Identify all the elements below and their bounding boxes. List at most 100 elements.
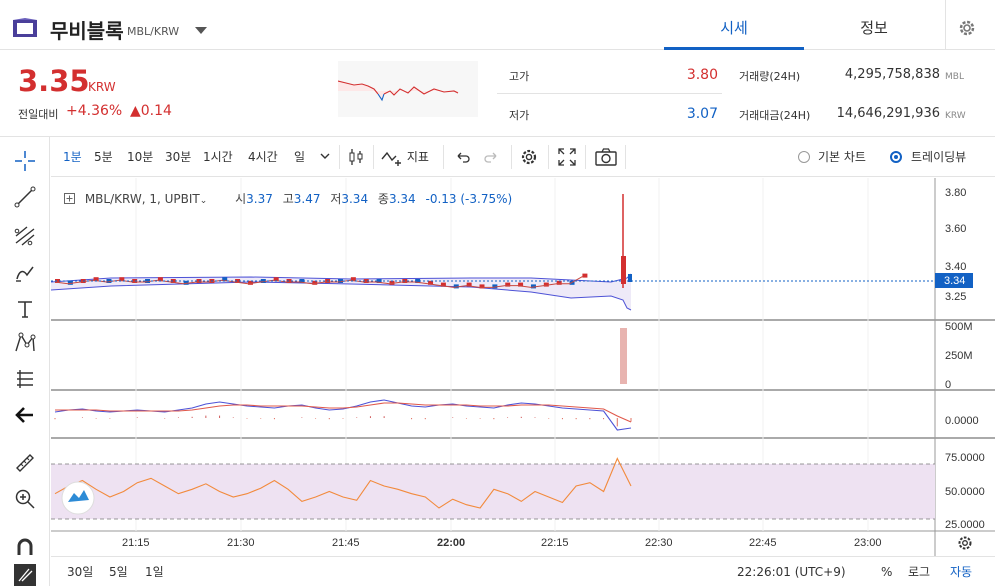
magnet-icon <box>17 538 33 555</box>
toolbar-divider <box>625 145 626 169</box>
volume-value: 4,295,758,838 <box>844 67 940 82</box>
text-tool[interactable] <box>0 291 50 327</box>
legend-low-label: 저 <box>330 192 342 206</box>
tradingview-radio[interactable] <box>890 151 902 163</box>
toolbar-divider <box>548 145 549 169</box>
amount-label: 거래대금(24H) <box>739 109 811 122</box>
basic-chart-radio[interactable] <box>798 151 810 163</box>
chart-settings-gear-icon[interactable] <box>956 534 974 552</box>
basic-chart-label[interactable]: 기본 차트 <box>818 137 866 177</box>
x-tick-label: 21:30 <box>227 537 255 549</box>
chart-area[interactable]: 21:15 21:30 21:45 22:00 22:15 22:30 22:45 23:00… <box>50 178 995 556</box>
legend-high-label: 고 <box>282 192 294 206</box>
undo-button[interactable] <box>455 137 471 177</box>
fullscreen-button[interactable] <box>558 137 576 177</box>
drawing-toolbar <box>0 137 50 586</box>
high-label: 고가 <box>509 70 530 83</box>
legend-close-label: 종 <box>377 192 389 206</box>
interval-dropdown[interactable] <box>320 137 330 177</box>
ruler-icon <box>16 454 34 472</box>
magnet-tool[interactable] <box>0 529 50 565</box>
auto-toggle[interactable]: 자동 <box>950 557 972 587</box>
legend-high: 3.47 <box>293 192 321 206</box>
hide-toolbar-button[interactable] <box>0 397 50 433</box>
indicator-wave-icon <box>381 151 401 166</box>
x-tick-label: 21:45 <box>332 537 360 549</box>
interval-1m[interactable]: 1분 <box>63 137 82 177</box>
snapshot-button[interactable] <box>595 137 617 177</box>
tradingview-label[interactable]: 트레이딩뷰 <box>911 137 966 177</box>
x-tick-label: 23:00 <box>854 537 882 549</box>
range-5d[interactable]: 5일 <box>109 557 128 587</box>
fullscreen-icon <box>558 148 576 166</box>
price-unit: KRW <box>88 80 116 94</box>
pattern-tool[interactable] <box>0 325 50 361</box>
settings-button[interactable] <box>945 0 995 50</box>
clock[interactable]: 22:26:01 (UTC+9) <box>737 557 846 587</box>
indicators-button[interactable]: 지표 <box>381 137 429 177</box>
volume-axis-label: 500M <box>945 321 973 333</box>
interval-5m[interactable]: 5분 <box>94 137 113 177</box>
redo-button[interactable] <box>483 137 499 177</box>
candle <box>582 273 588 278</box>
text-icon <box>18 301 32 318</box>
mini-price-chart <box>337 61 478 117</box>
range-1d[interactable]: 1일 <box>145 557 164 587</box>
x-tick-label: 22:15 <box>541 537 569 549</box>
legend-close: 3.34 <box>388 192 416 206</box>
legend-open: 3.37 <box>246 192 273 206</box>
tab-market[interactable]: 시세 <box>664 0 804 50</box>
interval-4h[interactable]: 4시간 <box>248 137 278 177</box>
chart-settings-button[interactable] <box>519 137 539 177</box>
interval-1h[interactable]: 1시간 <box>203 137 233 177</box>
fib-tool[interactable] <box>0 217 50 253</box>
x-tick-label: 22:45 <box>749 537 777 549</box>
legend-symbol[interactable]: MBL/KRW, 1, UPBIT <box>85 192 200 206</box>
zoom-tool[interactable] <box>0 481 50 517</box>
coin-select-chevron-down-icon[interactable] <box>195 27 207 34</box>
volume-axis-label: 0 <box>945 379 951 391</box>
price-axis-label: 3.60 <box>945 223 966 235</box>
x-tick-label: 21:15 <box>122 537 150 549</box>
crosshair-icon <box>15 151 35 171</box>
interval-1d[interactable]: 일 <box>294 137 305 177</box>
gear-icon <box>521 149 537 165</box>
expand-legend-icon[interactable] <box>64 193 75 204</box>
pitchfork-icon <box>14 226 35 246</box>
measure-tool[interactable] <box>0 445 50 481</box>
remove-drawings-tool[interactable] <box>0 563 50 587</box>
coin-name: 무비블록 <box>50 19 124 43</box>
undo-icon <box>457 152 470 163</box>
tab-info[interactable]: 정보 <box>804 0 944 50</box>
redo-icon <box>484 152 497 163</box>
trend-line-tool[interactable] <box>0 179 50 215</box>
legend-low: 3.34 <box>341 192 369 206</box>
chevron-down-icon <box>320 153 330 159</box>
toolbar-divider <box>443 145 444 169</box>
crosshair-tool[interactable] <box>0 143 50 179</box>
camera-icon <box>595 148 617 166</box>
prediction-tool[interactable] <box>0 361 50 397</box>
zoom-in-icon <box>15 489 35 509</box>
range-30d[interactable]: 30일 <box>67 557 93 587</box>
price-axis-label: 3.40 <box>945 261 966 273</box>
macd-axis-label: 0.0000 <box>945 415 979 427</box>
chart-type-button[interactable] <box>347 137 365 177</box>
amount-unit: KRW <box>945 111 966 121</box>
divider <box>497 93 722 94</box>
log-toggle[interactable]: 로그 <box>908 557 930 587</box>
low-value: 3.07 <box>686 106 718 122</box>
ruler-lines-icon <box>17 370 33 388</box>
volume-unit: MBL <box>945 72 964 82</box>
price-chart[interactable]: 21:15 21:30 21:45 22:00 22:15 22:30 22:45 23:00… <box>50 178 995 556</box>
interval-10m[interactable]: 10분 <box>127 137 153 177</box>
percent-toggle[interactable]: % <box>881 557 892 587</box>
interval-30m[interactable]: 30분 <box>165 137 191 177</box>
low-label: 저가 <box>509 109 530 122</box>
indicators-label: 지표 <box>406 150 429 164</box>
brush-tool[interactable] <box>0 255 50 291</box>
trend-line-icon <box>14 186 36 208</box>
header-bar: 무비블록 MBL/KRW 시세 정보 <box>0 0 995 50</box>
volume-axis-label: 250M <box>945 350 973 362</box>
toolbar-divider <box>339 145 340 169</box>
